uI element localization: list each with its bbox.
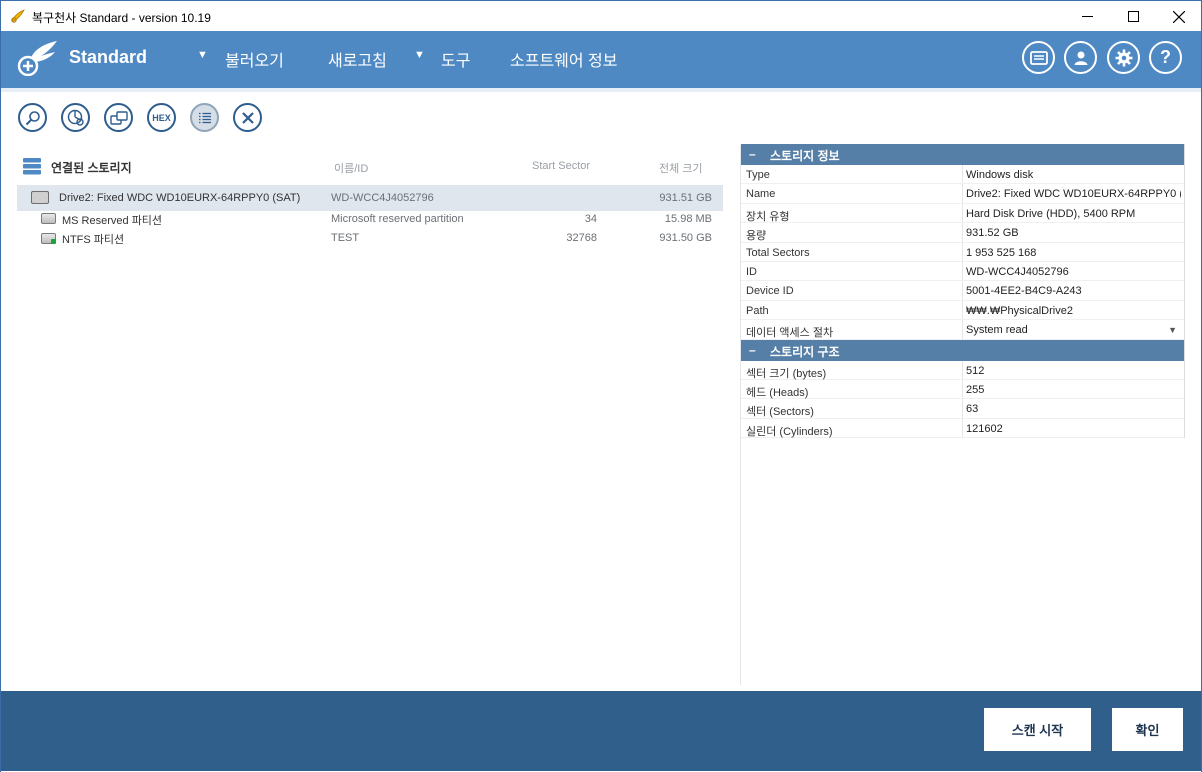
close-icon	[1173, 10, 1185, 23]
property-row: Path ₩₩.₩PhysicalDrive2	[741, 300, 1185, 321]
dropdown-arrow-icon[interactable]: ▼	[1168, 325, 1177, 335]
collapse-icon: –	[749, 342, 756, 357]
storage-row-partition[interactable]: NTFS 파티션 TEST 32768 931.50 GB	[17, 228, 723, 247]
section-header-storage-info[interactable]: – 스토리지 정보	[741, 144, 1185, 165]
row-size: 931.50 GB	[659, 232, 712, 244]
window-title: 복구천사 Standard - version 10.19	[32, 11, 211, 25]
column-header-name-id[interactable]: 이름/ID	[334, 160, 368, 176]
settings-icon	[1115, 49, 1132, 66]
help-icon: ?	[1160, 47, 1171, 67]
grid-right-border	[1184, 144, 1185, 438]
property-row: Total Sectors 1 953 525 168	[741, 242, 1185, 262]
close-file-button[interactable]	[233, 103, 262, 132]
close-icon	[241, 111, 254, 124]
ok-button[interactable]: 확인	[1112, 708, 1183, 751]
chevron-down-icon: ▼	[197, 49, 208, 61]
menu-about[interactable]: 소프트웨어 정보	[510, 47, 618, 71]
storage-list-icon	[23, 158, 41, 175]
hard-disk-icon	[31, 191, 49, 204]
messages-icon	[1029, 50, 1048, 65]
hex-icon: HEX	[152, 112, 171, 123]
partition-icon	[109, 110, 128, 125]
ntfs-partition-icon	[41, 233, 56, 244]
search-button[interactable]	[18, 103, 47, 132]
list-icon	[198, 112, 211, 123]
property-row: 장치 유형 Hard Disk Drive (HDD), 5400 RPM	[741, 203, 1185, 224]
help-button[interactable]: ?	[1149, 41, 1182, 74]
maximize-button[interactable]	[1110, 1, 1156, 32]
column-header-start-sector[interactable]: Start Sector	[532, 160, 590, 172]
row-size: 931.51 GB	[659, 192, 712, 204]
row-start-sector: 32768	[566, 232, 597, 244]
maximize-icon	[1127, 11, 1139, 22]
menu-tools[interactable]: 도구	[441, 47, 470, 71]
property-row: 헤드 (Heads) 255	[741, 379, 1185, 400]
property-row: Device ID 5001-4EE2-B4C9-A243	[741, 281, 1185, 301]
minimize-button[interactable]	[1064, 1, 1110, 32]
start-scan-button[interactable]: 스캔 시작	[984, 708, 1091, 751]
storage-row-partition[interactable]: MS Reserved 파티션 Microsoft reserved parti…	[17, 209, 723, 228]
column-header-total-size[interactable]: 전체 크기	[659, 160, 703, 176]
property-row: 실린더 (Cylinders) 121602	[741, 418, 1185, 439]
section-header-storage-structure[interactable]: – 스토리지 구조	[741, 339, 1185, 361]
collapse-icon: –	[749, 147, 756, 161]
data-access-select[interactable]: 데이터 액세스 절차 System read ▼	[741, 320, 1185, 340]
property-row: 섹터 크기 (bytes) 512	[741, 360, 1185, 380]
title-bar: 복구천사 Standard - version 10.19	[0, 0, 1202, 31]
storage-panel-title: 연결된 스토리지	[51, 161, 132, 175]
footer-bar: 스캔 시작 확인	[1, 691, 1201, 771]
partition-disk-icon	[41, 213, 56, 224]
search-icon	[25, 110, 40, 125]
row-name: NTFS 파티션	[62, 234, 125, 246]
property-row: 섹터 (Sectors) 63	[741, 399, 1185, 419]
window-border-left	[0, 31, 1, 772]
row-size: 15.98 MB	[664, 213, 712, 225]
storage-info-grid: – 스토리지 정보 Type Windows disk Name Drive2: F…	[741, 144, 1185, 439]
property-row: Name Drive2: Fixed WDC WD10EURX-64RPPY0 (…	[741, 184, 1185, 204]
header-separator	[1, 88, 1201, 92]
menu-refresh[interactable]: 새로고침	[328, 47, 387, 71]
row-id: TEST	[331, 232, 360, 244]
chevron-down-icon: ▼	[414, 49, 425, 61]
property-row: 용량 931.52 GB	[741, 223, 1185, 243]
disk-analysis-button[interactable]	[61, 103, 90, 132]
logo-icon	[17, 41, 57, 76]
menu-open[interactable]: 불러오기	[225, 47, 284, 71]
brand-name: Standard	[69, 47, 148, 67]
property-row: Type Windows disk	[741, 165, 1185, 185]
property-row: ID WD-WCC4J4052796	[741, 261, 1185, 282]
partition-button[interactable]	[104, 103, 133, 132]
account-icon	[1074, 51, 1087, 65]
row-start-sector: 34	[584, 213, 597, 225]
row-id: WD-WCC4J4052796	[331, 192, 434, 204]
row-name: Drive2: Fixed WDC WD10EURX-64RPPY0 (SAT)	[59, 192, 301, 204]
list-view-button[interactable]	[190, 103, 219, 132]
app-icon	[11, 9, 25, 23]
row-name: MS Reserved 파티션	[62, 215, 163, 227]
disk-analysis-icon	[67, 109, 84, 126]
app-header: Standard ▼ 불러오기 새로고침 ▼ 도구 소프트웨어 정보 ?	[1, 31, 1201, 88]
settings-button[interactable]	[1107, 41, 1140, 74]
storage-row-drive[interactable]: Drive2: Fixed WDC WD10EURX-64RPPY0 (SAT)…	[17, 185, 723, 211]
minimize-icon	[1081, 15, 1093, 17]
close-window-button[interactable]	[1156, 1, 1202, 32]
messages-button[interactable]	[1022, 41, 1055, 74]
row-id: Microsoft reserved partition	[331, 213, 464, 225]
hex-button[interactable]: HEX	[147, 103, 176, 132]
account-button[interactable]	[1064, 41, 1097, 74]
